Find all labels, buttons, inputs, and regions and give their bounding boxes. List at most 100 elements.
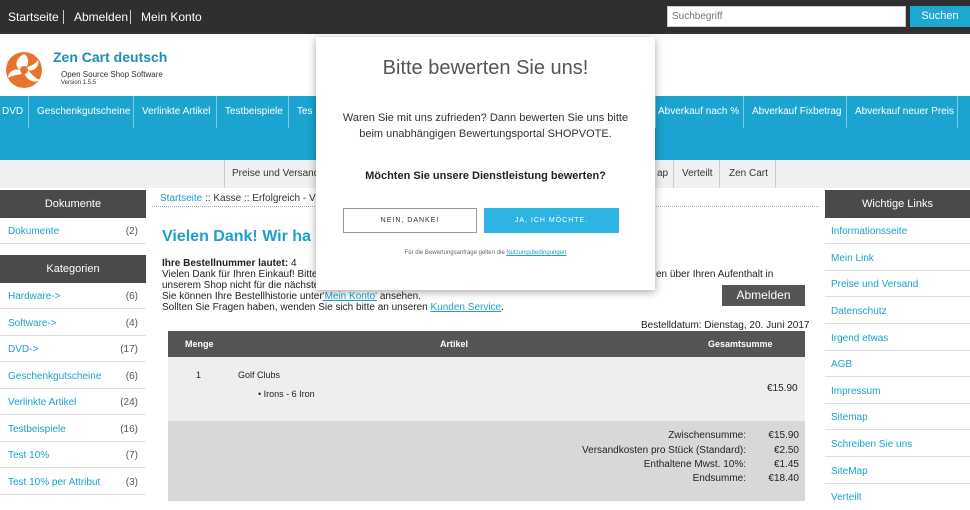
right-link-item[interactable]: Irgend etwas	[825, 325, 970, 351]
order-totals: Zwischensumme: €15.90 Versandkosten pro …	[168, 421, 805, 501]
search-button[interactable]: Suchen	[910, 6, 970, 27]
top-bar: Startseite Abmelden Mein Konto Suchen	[0, 0, 970, 34]
nav-divider	[224, 160, 225, 188]
sidebar-item-label[interactable]: DVD->	[8, 344, 38, 355]
sidebar-item-label[interactable]: Hardware->	[8, 291, 61, 302]
column-header-total: Gesamtsumme	[708, 339, 773, 349]
topbar-link-logout[interactable]: Abmelden	[74, 10, 128, 24]
right-link-label[interactable]: Schreiben Sie uns	[831, 439, 912, 450]
shipping-value: €2.50	[773, 445, 799, 456]
modal-text: Waren Sie mit uns zufrieden? Dann bewert…	[342, 112, 629, 140]
order-number: 4	[290, 258, 297, 269]
nav-divider	[846, 96, 847, 128]
right-link-item[interactable]: Impressum	[825, 378, 970, 404]
right-link-item[interactable]: AGB	[825, 351, 970, 377]
logout-button[interactable]: Abmelden	[722, 285, 805, 306]
sidebar-item-count: (4)	[125, 318, 138, 329]
sidebar-item-documents[interactable]: Dokumente (2)	[0, 218, 146, 244]
right-link-label[interactable]: Datenschutz	[831, 306, 887, 317]
sidebar-item-label[interactable]: Testbeispiele	[8, 424, 66, 435]
nav3-item-distributed[interactable]: Verteilt	[682, 160, 713, 188]
nav3-item-shipping[interactable]: Preise und Versand	[232, 160, 319, 188]
sidebar-item-label[interactable]: Dokumente	[8, 226, 59, 237]
nav-divider	[655, 96, 656, 128]
subtotal-value: €15.90	[768, 430, 799, 441]
right-link-label[interactable]: Mein Link	[831, 253, 874, 264]
sidebar-item-label[interactable]: Test 10% per Attribut	[8, 477, 100, 488]
sidebar-item-label[interactable]: Verlinkte Artikel	[8, 397, 76, 408]
row-quantity: 1	[196, 370, 202, 380]
right-link-label[interactable]: Verteilt	[831, 492, 862, 503]
nav3-item-sitemap[interactable]: ap	[657, 160, 668, 188]
order-table-header: Menge Artikel Gesamtsumme	[168, 331, 805, 357]
nav-divider	[775, 160, 776, 188]
logo-subtitle: Open Source Shop Software	[61, 70, 163, 79]
sidebar-item-category[interactable]: Test 10% (7)	[0, 442, 146, 468]
right-link-label[interactable]: Informationsseite	[831, 226, 907, 237]
accept-button[interactable]: JA, ICH MÖCHTE.	[484, 208, 619, 233]
nav3-item-zencart[interactable]: Zen Cart	[729, 160, 768, 188]
nav-item-gift-vouchers[interactable]: Geschenkgutscheine	[37, 96, 130, 128]
sidebar-item-category[interactable]: DVD-> (17)	[0, 336, 146, 362]
nav-item-dvd[interactable]: DVD	[2, 96, 23, 128]
order-number-label: Ihre Bestellnummer lautet:	[162, 258, 289, 269]
sidebar-item-label[interactable]: Geschenkgutscheine	[8, 371, 101, 382]
sidebar-item-category[interactable]: Geschenkgutscheine (6)	[0, 363, 146, 389]
customer-service-link[interactable]: Kunden Service	[431, 302, 502, 313]
sidebar-item-category[interactable]: Testbeispiele (16)	[0, 416, 146, 442]
row-product-name: Golf Clubs	[238, 370, 281, 380]
categories-heading: Kategorien	[0, 255, 146, 283]
nav-divider	[288, 96, 289, 128]
rating-modal: Bitte bewerten Sie uns! Waren Sie mit un…	[316, 37, 655, 290]
sidebar-item-category[interactable]: Verlinkte Artikel (24)	[0, 389, 146, 415]
sidebar-item-category[interactable]: Test 10% per Attribut (3)	[0, 469, 146, 495]
sidebar-item-label[interactable]: Test 10%	[8, 450, 49, 461]
column-header-quantity: Menge	[185, 339, 214, 349]
right-link-item[interactable]: Schreiben Sie uns	[825, 431, 970, 457]
nav-item-test[interactable]: Tes	[297, 96, 313, 128]
row-product-attribute: • Irons - 6 Iron	[258, 389, 315, 399]
tax-label: Enthaltene Mwst. 10%:	[643, 459, 746, 470]
right-link-item[interactable]: Preise und Versand	[825, 271, 970, 297]
breadcrumb: Startseite :: Kasse :: Erfolgreich - V	[160, 193, 316, 204]
column-header-product: Artikel	[440, 339, 469, 349]
sidebar-item-category[interactable]: Hardware-> (6)	[0, 283, 146, 309]
nav-item-sale-new-price[interactable]: Abverkauf neuer Preis	[855, 96, 954, 128]
nav-item-linked-products[interactable]: Verlinkte Artikel	[142, 96, 210, 128]
nav-item-test-examples[interactable]: Testbeispiele	[225, 96, 283, 128]
right-link-item[interactable]: Sitemap	[825, 404, 970, 430]
terms-link[interactable]: Nutzungsbedingungen	[506, 250, 566, 256]
breadcrumb-home-link[interactable]: Startseite	[160, 193, 202, 204]
right-link-label[interactable]: AGB	[831, 359, 852, 370]
shipping-label: Versandkosten pro Stück (Standard):	[582, 445, 746, 456]
my-account-link[interactable]: 'Mein Konto'	[323, 291, 377, 302]
order-history-line: Sie können Ihre Bestellhistorie unter'Me…	[162, 291, 421, 302]
right-link-label[interactable]: Preise und Versand	[831, 279, 918, 290]
nav-item-sale-fixed[interactable]: Abverkauf Fixbetrag	[752, 96, 842, 128]
right-link-item[interactable]: Mein Link	[825, 245, 970, 271]
right-link-label[interactable]: Sitemap	[831, 412, 868, 423]
tax-value: €1.45	[773, 459, 799, 470]
sidebar-item-category[interactable]: Software-> (4)	[0, 310, 146, 336]
nav-divider	[673, 160, 674, 188]
sidebar-item-count: (16)	[120, 424, 138, 435]
subtotal-label: Zwischensumme:	[668, 430, 746, 441]
sidebar-item-label[interactable]: Software->	[8, 318, 57, 329]
right-link-item[interactable]: Informationsseite	[825, 218, 970, 244]
nav-divider	[719, 160, 720, 188]
topbar-link-account[interactable]: Mein Konto	[141, 10, 202, 24]
search-input[interactable]	[667, 6, 906, 27]
thank-you-line-2: unserem Shop nicht für die nächste	[162, 280, 320, 291]
right-link-item[interactable]: Datenschutz	[825, 298, 970, 324]
right-link-item[interactable]: SiteMap	[825, 458, 970, 484]
right-link-label[interactable]: Impressum	[831, 386, 880, 397]
nav-item-sale-percent[interactable]: Abverkauf nach %	[658, 96, 739, 128]
breadcrumb-trail: :: Kasse :: Erfolgreich - V	[202, 193, 316, 204]
logo-title[interactable]: Zen Cart deutsch	[53, 49, 167, 65]
right-link-label[interactable]: Irgend etwas	[831, 333, 888, 344]
decline-button[interactable]: NEIN, DANKE!	[343, 208, 477, 233]
right-link-label[interactable]: SiteMap	[831, 466, 868, 477]
topbar-link-home[interactable]: Startseite	[8, 10, 59, 24]
right-link-item[interactable]: Verteilt	[825, 484, 970, 510]
logo-icon[interactable]	[4, 50, 44, 90]
